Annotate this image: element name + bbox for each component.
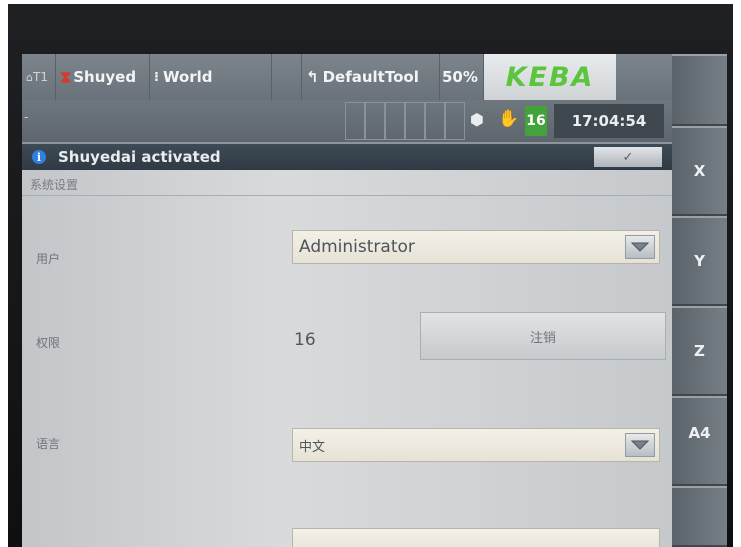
soft-key-top[interactable] [672,54,727,126]
tool-indicator[interactable]: ↰ DefaultTool [302,54,440,100]
info-icon: i [32,150,46,164]
settings-panel: 系统设置 用户 Administrator 权限 16 注销 语言 中文 [22,170,672,547]
language-dropdown[interactable]: 中文 [292,428,660,462]
clock: 17:04:54 [554,104,664,138]
hand-icon: ✋ [498,109,520,129]
message-text: Shuyedai activated [58,148,221,166]
user-dropdown[interactable]: Administrator [292,230,660,264]
status-spacer [272,54,302,100]
acknowledge-button[interactable]: ✓ [594,147,662,167]
status-slot-2 [365,102,385,140]
status-slot-3 [385,102,405,140]
hourglass-icon: ⧗ [60,67,72,86]
level-value: 16 [294,330,316,350]
tool-icon: ↰ [306,68,319,86]
axis-key-z[interactable]: Z [672,306,727,396]
keba-logo: KEBA [484,54,616,100]
page-title: 系统设置 [22,174,672,196]
chevron-down-icon[interactable] [625,235,655,259]
axis-key-x[interactable]: X [672,126,727,216]
message-bar: i Shuyedai activated ✓ [22,144,672,170]
status-slot-6 [445,102,465,140]
user-indicator[interactable]: ⌂ T1 [22,54,56,100]
status-slot-4 [405,102,425,140]
motor-icon: ⬢ [470,110,484,129]
status-bar-secondary: - ⬢ ✋ 16 17:04:54 [22,100,672,142]
lock-icon: ⌂ [26,70,33,84]
pendant-screen: ⌂ T1 ⧗ Shuyed ⁝ World ↰ DefaultTool 50% K… [22,54,727,547]
level-label: 权限 [36,336,61,350]
axis-key-a4[interactable]: A4 [672,396,727,486]
program-indicator[interactable]: ⧗ Shuyed [56,54,150,100]
status-bar: ⌂ T1 ⧗ Shuyed ⁝ World ↰ DefaultTool 50% K… [22,54,672,100]
status-slot-1 [345,102,365,140]
user-label: 用户 [36,252,61,266]
language-label: 语言 [36,437,61,451]
teach-pendant-device: ⌂ T1 ⧗ Shuyed ⁝ World ↰ DefaultTool 50% K… [8,4,733,547]
logout-button[interactable]: 注销 [420,312,666,360]
counter-badge: 16 [525,106,547,136]
soft-key-bottom[interactable] [672,486,727,547]
override-indicator[interactable]: 50% [440,54,484,100]
coordinate-icon: ⁝ [154,69,159,85]
status-slot-5 [425,102,445,140]
chevron-down-icon[interactable] [625,433,655,457]
next-field[interactable] [292,528,660,547]
axis-key-y[interactable]: Y [672,216,727,306]
coord-system-indicator[interactable]: ⁝ World [150,54,272,100]
